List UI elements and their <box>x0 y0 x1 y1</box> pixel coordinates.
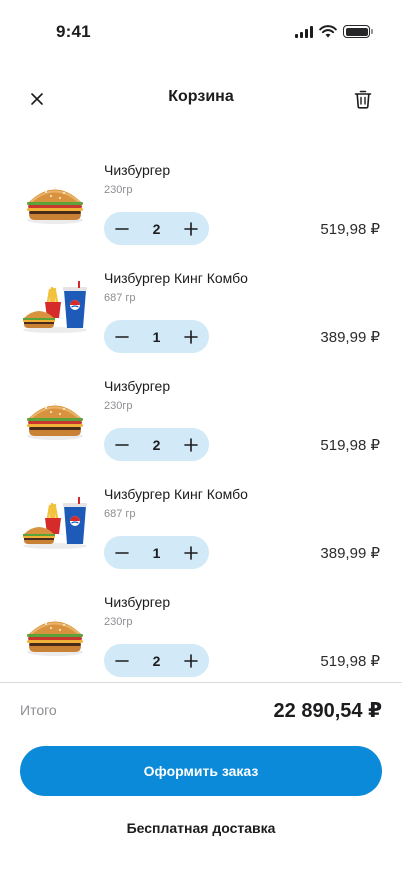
cart-item: Чизбургер Кинг Комбо 687 гр 1 389,99 ₽ <box>0 262 402 370</box>
item-weight: 687 гр <box>104 292 136 304</box>
quantity-value: 2 <box>152 652 161 669</box>
combo-image <box>23 281 87 333</box>
quantity-stepper: 2 <box>104 212 209 245</box>
quantity-stepper: 1 <box>104 320 209 353</box>
minus-icon <box>115 443 129 446</box>
quantity-value: 2 <box>152 436 161 453</box>
plus-icon <box>184 329 198 344</box>
increase-button[interactable] <box>181 651 201 671</box>
increase-button[interactable] <box>181 435 201 455</box>
cheeseburger-image <box>27 619 83 656</box>
cart-item: Чизбургер Кинг Комбо 687 гр 1 389,99 ₽ <box>0 478 402 586</box>
item-weight: 230гр <box>104 400 133 412</box>
decrease-button[interactable] <box>112 219 132 239</box>
quantity-value: 1 <box>152 544 161 561</box>
signal-icon <box>295 25 313 38</box>
item-name: Чизбургер <box>104 162 171 178</box>
item-price: 389,99 ₽ <box>320 545 380 562</box>
item-price: 519,98 ₽ <box>320 221 380 238</box>
quantity-value: 1 <box>152 328 161 345</box>
status-bar: 9:41 <box>0 0 402 64</box>
increase-button[interactable] <box>181 327 201 347</box>
cheeseburger-image <box>27 187 83 224</box>
plus-icon <box>184 545 198 560</box>
checkout-button[interactable]: Оформить заказ <box>20 746 382 796</box>
item-name: Чизбургер <box>104 594 171 610</box>
page-title: Корзина <box>168 88 234 105</box>
item-price: 519,98 ₽ <box>320 437 380 454</box>
item-name: Чизбургер Кинг Комбо <box>104 486 248 502</box>
increase-button[interactable] <box>181 219 201 239</box>
battery-icon <box>343 25 373 38</box>
quantity-stepper: 1 <box>104 536 209 569</box>
plus-icon <box>184 221 198 236</box>
plus-icon <box>184 653 198 668</box>
minus-icon <box>115 551 129 554</box>
cart-item: Чизбургер 230гр 2 519,98 ₽ <box>0 154 402 262</box>
decrease-button[interactable] <box>112 651 132 671</box>
divider <box>0 682 402 683</box>
minus-icon <box>115 659 129 662</box>
item-weight: 230гр <box>104 184 133 196</box>
total-value: 22 890,54 ₽ <box>273 700 382 722</box>
cart-item: Чизбургер 230гр 2 519,98 ₽ <box>0 586 402 680</box>
combo-image <box>23 497 87 549</box>
quantity-stepper: 2 <box>104 644 209 677</box>
wifi-icon <box>319 25 337 38</box>
free-delivery-label: Бесплатная доставка <box>126 820 276 836</box>
trash-icon <box>354 90 372 109</box>
status-time: 9:41 <box>56 22 91 41</box>
minus-icon <box>115 227 129 230</box>
header: Корзина <box>0 78 402 118</box>
quantity-stepper: 2 <box>104 428 209 461</box>
increase-button[interactable] <box>181 543 201 563</box>
cart-list[interactable]: Чизбургер 230гр 2 519,98 ₽ Чизбургер Кин… <box>0 154 402 680</box>
item-weight: 687 гр <box>104 508 136 520</box>
total-label: Итого <box>20 702 57 718</box>
item-price: 519,98 ₽ <box>320 653 380 670</box>
item-weight: 230гр <box>104 616 133 628</box>
quantity-value: 2 <box>152 220 161 237</box>
decrease-button[interactable] <box>112 327 132 347</box>
item-name: Чизбургер Кинг Комбо <box>104 270 248 286</box>
cheeseburger-image <box>27 403 83 440</box>
item-name: Чизбургер <box>104 378 171 394</box>
decrease-button[interactable] <box>112 435 132 455</box>
minus-icon <box>115 335 129 338</box>
cart-item: Чизбургер 230гр 2 519,98 ₽ <box>0 370 402 478</box>
total-row: Итого 22 890,54 ₽ <box>20 696 382 726</box>
status-icons <box>295 25 373 38</box>
item-price: 389,99 ₽ <box>320 329 380 346</box>
clear-cart-button[interactable] <box>350 86 376 112</box>
decrease-button[interactable] <box>112 543 132 563</box>
plus-icon <box>184 437 198 452</box>
